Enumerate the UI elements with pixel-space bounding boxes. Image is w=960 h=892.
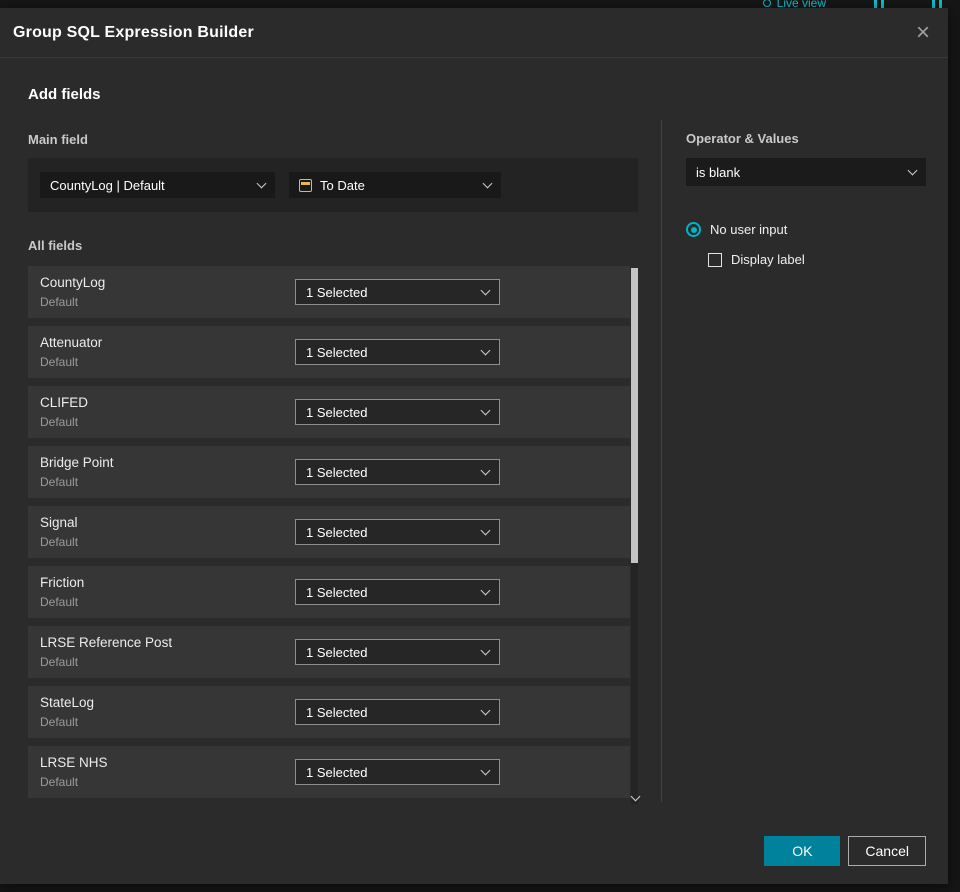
selected-count-label: 1 Selected	[306, 584, 368, 600]
scroll-down-icon[interactable]	[630, 791, 640, 801]
all-fields-list: CountyLog Default 1 Selected Attenuator …	[28, 266, 640, 804]
field-subtitle: Default	[40, 535, 79, 549]
checkbox-unchecked-icon	[708, 252, 722, 267]
dialog-footer: OK Cancel	[764, 836, 926, 866]
selected-count-label: 1 Selected	[306, 344, 368, 360]
scrollbar[interactable]	[630, 268, 640, 804]
field-name: Attenuator	[40, 335, 103, 350]
chevron-down-icon	[480, 405, 491, 415]
main-field-dropdown[interactable]: CountyLog | Default	[40, 172, 275, 198]
topbar-row: Live view	[0, 0, 960, 8]
field-subtitle: Default	[40, 595, 79, 609]
field-subtitle: Default	[40, 715, 79, 729]
field-subtitle: Default	[40, 415, 79, 429]
add-fields-heading: Add fields	[28, 86, 101, 103]
chevron-down-icon	[480, 465, 491, 475]
field-row: Bridge Point Default 1 Selected	[28, 446, 630, 498]
field-selected-dropdown[interactable]: 1 Selected	[295, 399, 500, 425]
chevron-down-icon	[480, 285, 491, 295]
chevron-down-icon	[256, 178, 267, 188]
field-selected-dropdown[interactable]: 1 Selected	[295, 339, 500, 365]
all-fields-label: All fields	[28, 238, 83, 253]
chevron-down-icon	[482, 178, 493, 188]
field-row: LRSE NHS Default 1 Selected	[28, 746, 630, 798]
field-subtitle: Default	[40, 475, 79, 489]
field-subtitle: Default	[40, 775, 79, 789]
field-selected-dropdown[interactable]: 1 Selected	[295, 759, 500, 785]
field-row: StateLog Default 1 Selected	[28, 686, 630, 738]
chevron-down-icon	[907, 165, 918, 175]
field-row: Signal Default 1 Selected	[28, 506, 630, 558]
live-view-icon	[762, 0, 771, 7]
field-selected-dropdown[interactable]: 1 Selected	[295, 639, 500, 665]
scrollbar-thumb[interactable]	[631, 268, 638, 563]
field-name: CountyLog	[40, 275, 106, 290]
main-field-label: Main field	[28, 132, 88, 147]
field-selected-dropdown[interactable]: 1 Selected	[295, 699, 500, 725]
chevron-down-icon	[480, 585, 491, 595]
field-name: Signal	[40, 515, 78, 530]
date-field-dropdown[interactable]: To Date	[289, 172, 501, 198]
chevron-down-icon	[480, 765, 491, 775]
selected-count-label: 1 Selected	[306, 284, 368, 300]
field-name: CLIFED	[40, 395, 89, 410]
operator-values-heading: Operator & Values	[686, 131, 799, 146]
no-user-input-label: No user input	[710, 222, 788, 237]
no-user-input-radio[interactable]: No user input	[686, 222, 926, 237]
vertical-divider	[661, 120, 662, 802]
selected-count-label: 1 Selected	[306, 524, 368, 540]
field-subtitle: Default	[40, 295, 79, 309]
operator-dropdown-value: is blank	[696, 164, 741, 180]
radio-selected-icon	[686, 222, 701, 237]
selected-count-label: 1 Selected	[306, 704, 368, 720]
add-fields-section: Add fields Main field CountyLog | Defaul…	[28, 86, 640, 806]
group-sql-expression-builder-dialog: Group SQL Expression Builder × Add field…	[0, 8, 948, 884]
display-label-label: Display label	[731, 252, 805, 267]
pause-icon[interactable]	[874, 0, 884, 8]
live-view-label: Live view	[776, 0, 826, 8]
operator-values-section: Operator & Values is blank No user input…	[686, 131, 926, 267]
field-selected-dropdown[interactable]: 1 Selected	[295, 279, 500, 305]
field-selected-dropdown[interactable]: 1 Selected	[295, 459, 500, 485]
field-row: LRSE Reference Post Default 1 Selected	[28, 626, 630, 678]
field-subtitle: Default	[40, 655, 79, 669]
selected-count-label: 1 Selected	[306, 404, 368, 420]
field-row: Friction Default 1 Selected	[28, 566, 630, 618]
selected-count-label: 1 Selected	[306, 764, 368, 780]
field-name: Friction	[40, 575, 85, 590]
cancel-button[interactable]: Cancel	[848, 836, 926, 866]
chevron-down-icon	[480, 705, 491, 715]
field-subtitle: Default	[40, 355, 79, 369]
dialog-title: Group SQL Expression Builder	[13, 23, 254, 41]
field-row: Attenuator Default 1 Selected	[28, 326, 630, 378]
selected-count-label: 1 Selected	[306, 464, 368, 480]
calendar-icon	[299, 178, 312, 192]
selected-count-label: 1 Selected	[306, 644, 368, 660]
chevron-down-icon	[480, 345, 491, 355]
field-name: Bridge Point	[40, 455, 114, 470]
live-view-control[interactable]: Live view	[762, 0, 826, 8]
field-selected-dropdown[interactable]: 1 Selected	[295, 519, 500, 545]
chevron-down-icon	[480, 525, 491, 535]
dialog-header: Group SQL Expression Builder ×	[0, 8, 948, 58]
field-selected-dropdown[interactable]: 1 Selected	[295, 579, 500, 605]
ok-button[interactable]: OK	[764, 836, 841, 866]
main-field-dropdown-value: CountyLog | Default	[50, 177, 165, 193]
display-label-checkbox[interactable]: Display label	[708, 252, 926, 267]
app-topbar: Live view	[0, 0, 960, 8]
field-name: StateLog	[40, 695, 95, 710]
field-row: CLIFED Default 1 Selected	[28, 386, 630, 438]
date-field-dropdown-value: To Date	[320, 177, 365, 193]
field-row: CountyLog Default 1 Selected	[28, 266, 630, 318]
operator-dropdown[interactable]: is blank	[686, 158, 926, 186]
close-icon[interactable]: ×	[916, 20, 930, 44]
field-name: LRSE NHS	[40, 755, 108, 770]
main-field-panel: CountyLog | Default To Date	[28, 158, 638, 212]
chevron-down-icon	[480, 645, 491, 655]
columns-icon[interactable]	[932, 0, 942, 8]
field-name: LRSE Reference Post	[40, 635, 173, 650]
